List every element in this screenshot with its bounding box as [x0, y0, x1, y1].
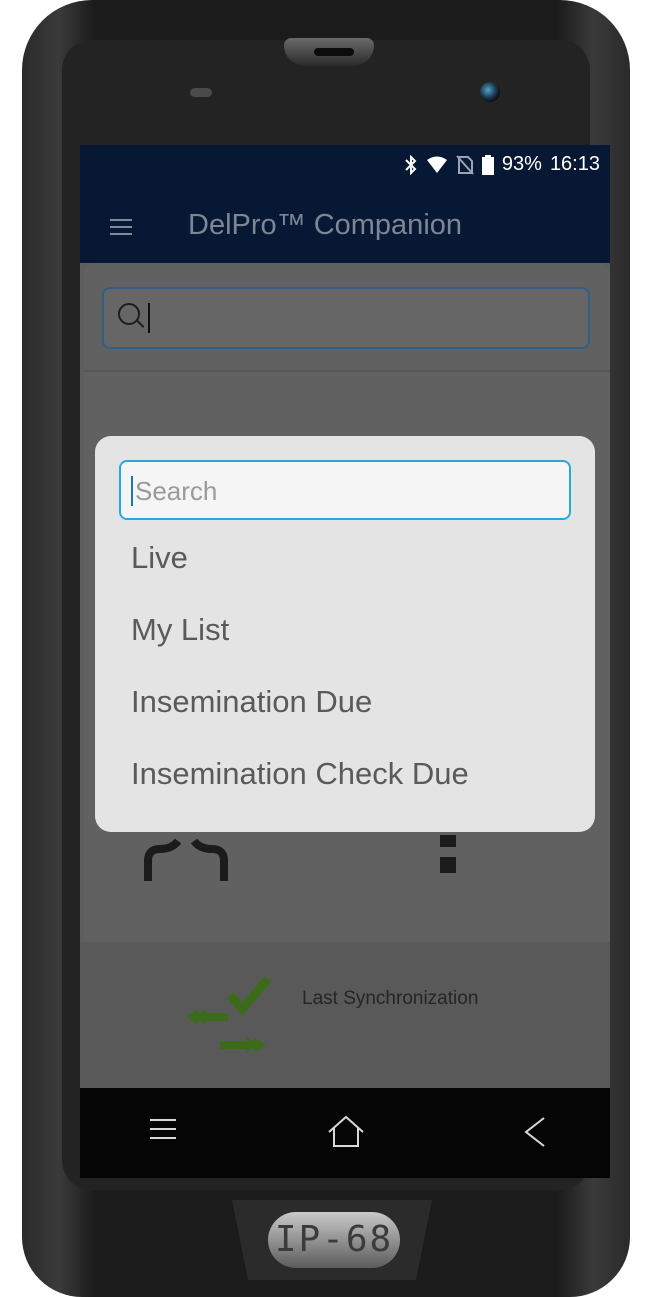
option-insemination-check-due[interactable]: Insemination Check Due: [131, 756, 469, 792]
search-icon: [118, 303, 140, 325]
back-icon[interactable]: [516, 1112, 556, 1152]
ip-rating-badge: IP-68: [268, 1212, 400, 1268]
system-nav-bar: [80, 1088, 610, 1178]
top-search-input[interactable]: [102, 287, 590, 349]
earpiece-slot: [314, 48, 354, 56]
front-camera: [480, 82, 500, 102]
option-my-list[interactable]: My List: [131, 612, 229, 648]
list-picker-dialog: Live My List Insemination Due Inseminati…: [95, 436, 595, 832]
no-sim-icon: [456, 154, 474, 175]
hamburger-menu-icon[interactable]: [110, 219, 132, 235]
dialog-search-field[interactable]: [119, 460, 571, 520]
app-title: DelPro™ Companion: [188, 209, 463, 241]
tile-curly-icon: [144, 838, 228, 881]
battery-icon: [481, 154, 494, 175]
last-sync-label: Last Synchronization: [302, 988, 479, 1009]
status-time: 16:13: [549, 153, 600, 175]
status-bar: 93% 16:13: [80, 145, 610, 183]
text-caret: [148, 303, 150, 333]
home-icon[interactable]: [326, 1112, 366, 1152]
divider: [84, 370, 610, 372]
proximity-sensor: [190, 88, 212, 97]
bluetooth-icon: [405, 154, 417, 175]
battery-percent: 93%: [501, 153, 542, 175]
wifi-icon: [426, 156, 447, 173]
nav-menu-icon[interactable]: [150, 1112, 190, 1152]
sync-footer: [80, 942, 610, 1088]
dialog-search-input[interactable]: [133, 462, 557, 520]
sync-arrows-check-icon: [186, 976, 272, 1053]
option-live[interactable]: Live: [131, 540, 188, 576]
tile-alert-icon: [440, 835, 456, 873]
option-insemination-due[interactable]: Insemination Due: [131, 684, 372, 720]
